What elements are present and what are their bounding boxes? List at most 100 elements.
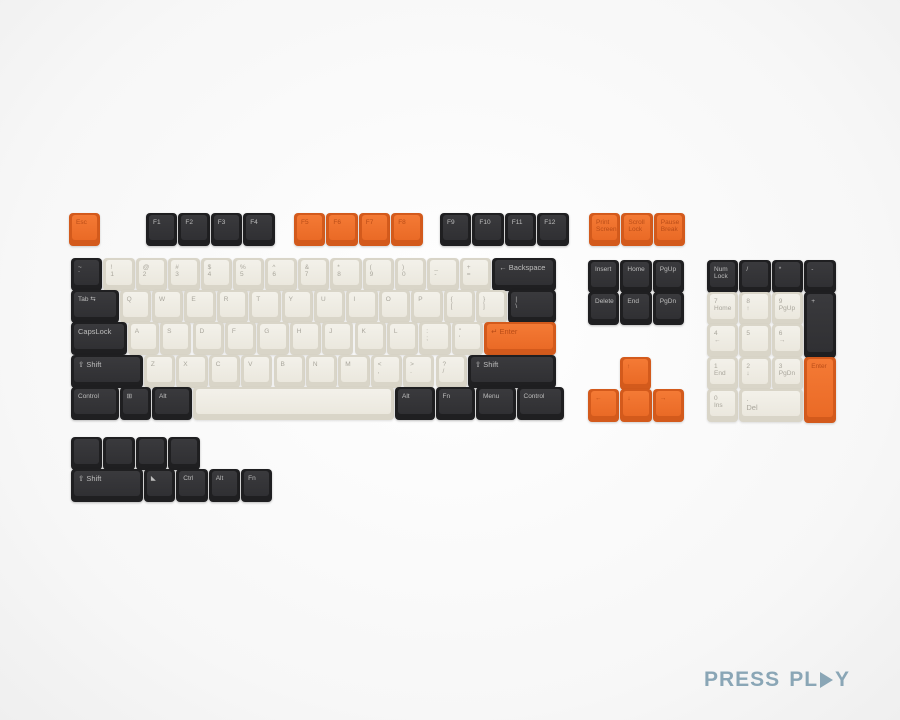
keycap-x-ctrl: Ctrl	[176, 469, 208, 502]
keycap-d: D	[192, 322, 224, 355]
keycap-legend: *	[778, 266, 782, 273]
keycap-surface	[171, 439, 197, 464]
keycap-r: R	[216, 290, 249, 323]
keycap-legend: Num Lock	[714, 266, 728, 281]
keycap-quote: " '	[451, 322, 484, 355]
keycap-legend: Ctrl	[183, 475, 194, 482]
keycap-legend: + =	[466, 264, 471, 279]
keycap-pgdn: PgDn	[652, 292, 685, 325]
keycap-q: Q	[119, 290, 151, 323]
keycap-legend: @ 2	[142, 264, 150, 279]
keycap-up: ↑	[620, 357, 652, 390]
keycap-ralt: Alt	[395, 387, 435, 420]
keycap-legend: N	[312, 361, 318, 368]
keycap-kp4: 4 ←	[707, 324, 739, 357]
keycap-legend: Alt	[402, 393, 410, 400]
keycap-legend: Delete	[595, 298, 614, 305]
keycap-win: ⊞	[119, 387, 151, 420]
press-play-logo: PRESS PL Y	[704, 667, 850, 693]
keycap-surface	[195, 389, 391, 414]
keycap-legend: Insert	[595, 266, 612, 273]
keycap-n: N	[305, 355, 338, 388]
keycap-legend: Alt	[215, 475, 224, 482]
keycap-legend: Enter	[811, 363, 827, 370]
keycap-legend: F10	[479, 219, 491, 226]
keycap-n5: % 5	[233, 258, 265, 291]
keycap-legend: F	[231, 328, 236, 335]
keycap-surface	[106, 439, 132, 464]
keycap-f: F	[224, 322, 257, 355]
keycap-rbracket: } ]	[476, 290, 508, 323]
keycap-legend: Esc	[76, 219, 87, 226]
keycap-comma: < ,	[370, 355, 403, 388]
keycap-legend: U	[321, 296, 326, 303]
keycap-legend: ↵ Enter	[491, 327, 518, 336]
keycap-legend: 3 PgDn	[778, 363, 796, 378]
keycap-f11: F11	[504, 213, 537, 246]
keycap-legend: M	[345, 361, 351, 368]
keycap-legend: ( 9	[369, 264, 374, 279]
keycap-legend: 9 PgUp	[778, 298, 796, 313]
keycap-lbracket: { [	[443, 290, 475, 323]
keycap-legend: Z	[150, 361, 155, 368]
keycap-legend: J	[329, 328, 333, 335]
keycap-legend: % 5	[240, 264, 246, 279]
keycap-legend: Control	[523, 393, 545, 400]
keycap-menu: Menu	[476, 387, 516, 420]
keycap-legend: Home	[627, 266, 645, 273]
keycap-legend: Fn	[442, 393, 451, 400]
keycap-s: S	[160, 322, 192, 355]
keycap-legend: F5	[301, 219, 309, 226]
keycap-c: C	[208, 355, 241, 388]
brand-press: PRESS	[704, 668, 781, 691]
keycap-legend: Pause Break	[660, 219, 680, 234]
keycap-legend: ) 0	[402, 264, 406, 279]
keycap-legend: 6 →	[778, 330, 786, 345]
keycap-capslock: CapsLock	[71, 322, 127, 355]
keycap-legend: B	[280, 361, 285, 368]
keycap-kpenter: Enter	[804, 357, 836, 423]
keycap-legend: -	[811, 266, 814, 273]
keycap-legend: Fn	[248, 475, 256, 482]
keycap-legend: & 7	[304, 264, 310, 279]
keycap-x4	[168, 437, 200, 470]
keycap-y: Y	[281, 290, 313, 323]
keycap-legend: F2	[185, 219, 193, 226]
keycap-legend: C	[215, 361, 221, 368]
keycap-legend: 7 Home	[714, 298, 732, 313]
keycap-set-photo: Esc F1 F2 F3 F4 F5 F6 F7 F8 F9 F10 F11 F12 Print Scre…	[0, 0, 900, 720]
keycap-grave: ~ `	[71, 258, 103, 291]
keycap-legend: | \	[515, 296, 518, 311]
keycap-legend: ⇧ Shift	[78, 474, 102, 483]
keycap-legend: H	[296, 328, 302, 335]
keycap-legend: 1 End	[714, 363, 726, 378]
keycap-legend: F6	[333, 219, 341, 226]
keycap-equal: + =	[459, 258, 492, 291]
keycap-legend: { [	[450, 296, 453, 311]
keycap-x-alt: Alt	[208, 469, 241, 502]
keycap-legend: R	[223, 296, 229, 303]
keycap-lctrl: Control	[71, 387, 119, 420]
keycap-legend: " '	[458, 328, 461, 343]
keycap-delete: Delete	[588, 292, 620, 325]
keycap-left: ←	[588, 389, 620, 422]
keycap-legend: F8	[398, 219, 406, 226]
keycap-kp3: 3 PgDn	[771, 357, 804, 390]
keycap-n7: & 7	[297, 258, 330, 291]
keycap-legend: F4	[250, 219, 258, 226]
brand-pl: PL	[789, 668, 819, 691]
keycap-rshift: ⇧ Shift	[467, 355, 556, 388]
keycap-legend: X	[183, 361, 188, 368]
keycap-down: ↓	[620, 389, 652, 422]
keycap-legend: 8 ↑	[746, 298, 751, 313]
keycap-legend: _ -	[434, 264, 439, 279]
keycap-f8: F8	[391, 213, 423, 246]
keycap-a: A	[127, 322, 160, 355]
keycap-p: P	[411, 290, 443, 323]
keycap-legend: ⇧ Shift	[474, 360, 499, 369]
keycap-kpdiv: /	[739, 260, 771, 293]
keycap-legend: P	[418, 296, 423, 303]
keycap-legend: F7	[365, 219, 374, 226]
keycap-legend: O	[385, 296, 391, 303]
keycap-legend: # 3	[175, 264, 179, 279]
